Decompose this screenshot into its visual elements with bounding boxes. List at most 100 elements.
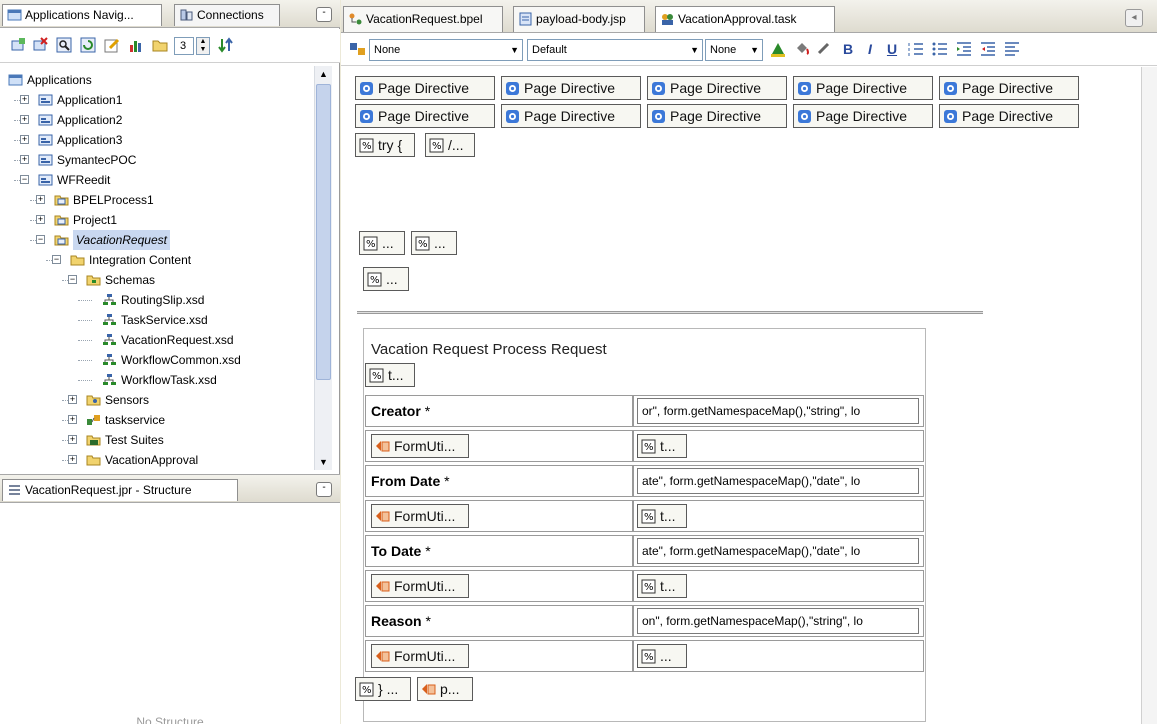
scriptlet-try-tag[interactable]: % try { (355, 133, 415, 157)
tree-item[interactable]: Applications (0, 70, 312, 90)
highlight-icon[interactable] (769, 40, 787, 58)
tree-item[interactable]: + Application1 (0, 90, 312, 110)
page-directive-tag[interactable]: Page Directive (793, 76, 933, 100)
scriptlet-tag[interactable]: % t... (637, 434, 687, 458)
tree-item[interactable]: − WFReedit (0, 170, 312, 190)
expand-icon[interactable]: + (68, 455, 77, 464)
collapse-icon[interactable]: − (20, 175, 29, 184)
page-directive-tag[interactable]: Page Directive (647, 76, 787, 100)
indent-icon[interactable] (955, 40, 973, 58)
tree-item[interactable]: WorkflowTask.xsd (0, 370, 312, 390)
form-util-tag[interactable]: FormUti... (371, 504, 469, 528)
expand-icon[interactable]: + (36, 195, 45, 204)
tab-structure[interactable]: VacationRequest.jpr - Structure (2, 479, 238, 501)
scriptlet-tag[interactable]: % ... (359, 231, 405, 255)
page-directive-tag[interactable]: Page Directive (647, 104, 787, 128)
collapse-icon[interactable]: − (36, 235, 45, 244)
collapse-icon[interactable]: − (52, 255, 61, 264)
scroll-down-arrow[interactable]: ▼ (316, 454, 331, 470)
underline-button[interactable]: U (883, 40, 901, 58)
tab-vacation-request-bpel[interactable]: VacationRequest.bpel (343, 6, 503, 32)
level-spinner-arrows[interactable]: ▲ ▼ (196, 37, 210, 55)
expand-icon[interactable]: + (20, 155, 29, 164)
tab-scroll-button[interactable]: ◂ (1125, 9, 1143, 27)
size-combo[interactable]: None ▼ (705, 39, 763, 61)
tree-item[interactable]: + SymantecPOC (0, 150, 312, 170)
numbered-list-icon[interactable] (907, 40, 925, 58)
expand-icon[interactable]: + (20, 135, 29, 144)
bullet-list-icon[interactable] (931, 40, 949, 58)
page-directive-tag[interactable]: Page Directive (939, 76, 1079, 100)
tree-item[interactable]: + Sensors (0, 390, 312, 410)
tree-item[interactable]: RoutingSlip.xsd (0, 290, 312, 310)
scriptlet-tag[interactable]: % t... (637, 574, 687, 598)
form-util-tag[interactable]: FormUti... (371, 434, 469, 458)
scriptlet-tag[interactable]: % t... (637, 504, 687, 528)
scroll-thumb[interactable] (316, 84, 331, 380)
collapse-icon[interactable]: − (68, 275, 77, 284)
paint-bucket-icon[interactable] (793, 40, 811, 58)
page-directive-tag[interactable]: Page Directive (793, 104, 933, 128)
sort-icon[interactable] (218, 37, 234, 53)
tree-item[interactable]: − Schemas (0, 270, 312, 290)
tree-item[interactable]: TaskService.xsd (0, 310, 312, 330)
tab-payload-body-jsp[interactable]: payload-body.jsp (513, 6, 645, 32)
page-directive-tag[interactable]: Page Directive (355, 104, 495, 128)
align-icon[interactable] (1003, 40, 1021, 58)
expand-icon[interactable]: + (36, 215, 45, 224)
scroll-up-arrow[interactable]: ▲ (316, 66, 331, 82)
bold-button[interactable]: B (839, 40, 857, 58)
minimize-button[interactable]: - (316, 7, 332, 22)
page-directive-tag[interactable]: Page Directive (501, 104, 641, 128)
page-directive-tag[interactable]: Page Directive (939, 104, 1079, 128)
structure-minimize-button[interactable]: - (316, 482, 332, 497)
form-util-tag[interactable]: FormUti... (371, 644, 469, 668)
tree-item[interactable]: WorkflowCommon.xsd (0, 350, 312, 370)
outdent-icon[interactable] (979, 40, 997, 58)
level-spinner-value[interactable]: 3 (174, 37, 194, 55)
field-input[interactable]: ate", form.getNamespaceMap(),"date", lo (637, 538, 919, 564)
style-combo[interactable]: Default ▼ (527, 39, 703, 61)
italic-button[interactable]: I (861, 40, 879, 58)
form-util-tag[interactable]: FormUti... (371, 574, 469, 598)
link-icon[interactable] (815, 40, 833, 58)
scriptlet-tag[interactable]: % ... (363, 267, 409, 291)
edit-icon[interactable] (104, 37, 120, 53)
tree-item[interactable]: + Test Suites (0, 430, 312, 450)
tree-item[interactable]: + VacationApproval (0, 450, 312, 470)
tree-item[interactable]: + Project1 (0, 210, 312, 230)
folder-icon[interactable] (152, 37, 168, 53)
tree-item[interactable]: + Application3 (0, 130, 312, 150)
expand-icon[interactable]: + (68, 435, 77, 444)
refresh-icon[interactable] (80, 37, 96, 53)
scriptlet-close-tag[interactable]: % } ... (355, 677, 411, 701)
tree-item[interactable]: VacationRequest.xsd (0, 330, 312, 350)
field-input[interactable]: or", form.getNamespaceMap(),"string", lo (637, 398, 919, 424)
tab-connections[interactable]: Connections (174, 4, 280, 26)
scriptlet-tag[interactable]: %... (637, 644, 687, 668)
tree-item[interactable]: + BPELProcess1 (0, 190, 312, 210)
page-directive-tag[interactable]: Page Directive (355, 76, 495, 100)
tab-vacation-approval-task[interactable]: VacationApproval.task (655, 6, 835, 32)
chart-icon[interactable] (128, 37, 144, 53)
new-application-icon[interactable] (10, 37, 26, 53)
field-input[interactable]: on", form.getNamespaceMap(),"string", lo (637, 608, 919, 634)
tree-item[interactable]: + Application2 (0, 110, 312, 130)
tree-item[interactable]: + taskservice (0, 410, 312, 430)
scriptlet-comment-tag[interactable]: % /... (425, 133, 475, 157)
form-top-scriptlet-tag[interactable]: % t... (365, 363, 415, 387)
search-icon[interactable] (56, 37, 72, 53)
field-input[interactable]: ate", form.getNamespaceMap(),"date", lo (637, 468, 919, 494)
tree-item[interactable]: − VacationRequest (0, 230, 312, 250)
jsp-tag[interactable]: p... (417, 677, 473, 701)
expand-icon[interactable]: + (68, 395, 77, 404)
expand-icon[interactable]: + (68, 415, 77, 424)
class-combo[interactable]: None ▼ (369, 39, 523, 61)
css-class-icon[interactable] (349, 40, 367, 58)
delete-icon[interactable] (32, 37, 48, 53)
scriptlet-tag[interactable]: % ... (411, 231, 457, 255)
tab-applications-navigator[interactable]: Applications Navig... (2, 4, 162, 26)
expand-icon[interactable]: + (20, 115, 29, 124)
tree-item[interactable]: − Integration Content (0, 250, 312, 270)
expand-icon[interactable]: + (20, 95, 29, 104)
